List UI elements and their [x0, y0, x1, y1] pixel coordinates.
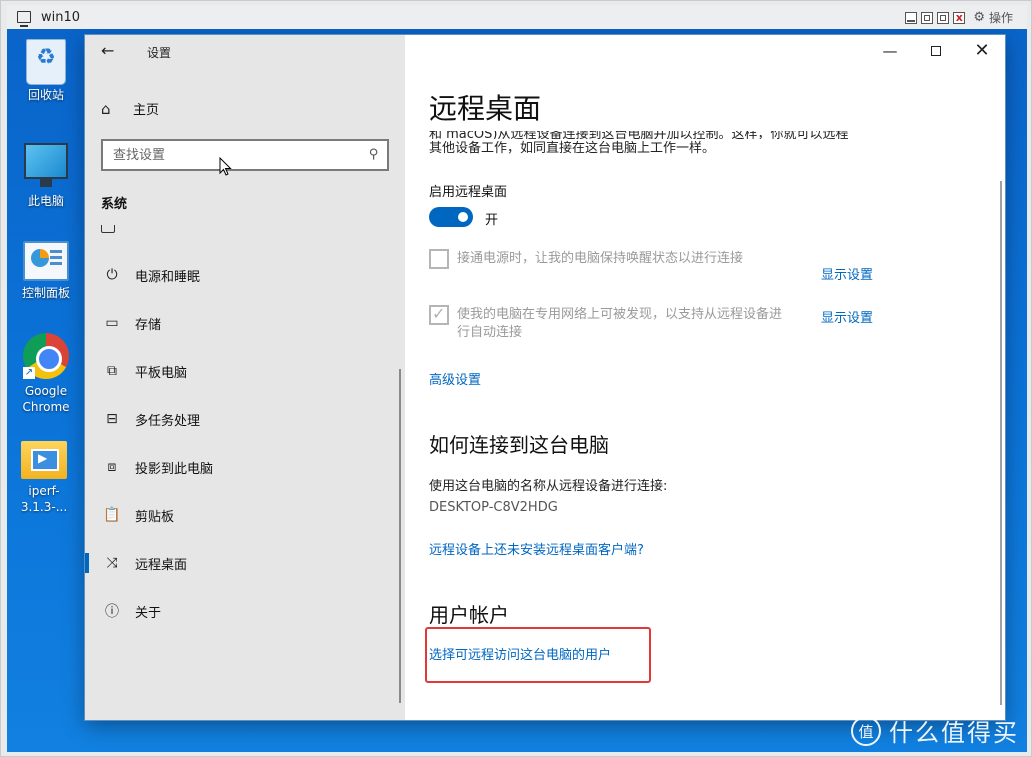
advanced-settings-link[interactable]: 高级设置: [429, 369, 481, 388]
power-icon: ⏻: [106, 267, 118, 283]
desktop: 回收站 此电脑 控制面板 ↗ Google Chrome iperf-3.1.3…: [7, 29, 1027, 752]
discoverable-label-line1: 使我的电脑在专用网络上可被发现，以支持从远程设备进: [457, 307, 783, 322]
vm-title: win10: [41, 9, 81, 25]
how-to-connect-heading: 如何连接到这台电脑: [429, 433, 609, 457]
settings-window: ← 设置 ⌂ 主页 ⚲ 系统 ⏻ 电源和睡眠: [85, 35, 1005, 720]
enable-remote-desktop-label: 启用远程桌面: [429, 185, 508, 200]
tablet-icon: ⧉: [107, 363, 117, 379]
enable-remote-desktop-toggle[interactable]: [429, 207, 473, 227]
how-to-connect-text: 使用这台电脑的名称从远程设备进行连接:: [429, 479, 668, 494]
sidebar-item-multitasking[interactable]: ⊟ 多任务处理: [85, 395, 405, 443]
search-box[interactable]: ⚲: [101, 139, 389, 171]
multitask-icon: ⊟: [106, 411, 118, 427]
sidebar-item-label: 电源和睡眠: [135, 269, 201, 285]
toggle-state-label: 开: [485, 213, 499, 228]
content-scrollbar[interactable]: [1000, 181, 1002, 705]
sidebar-item-label: 多任务处理: [135, 413, 201, 429]
clipboard-icon: 📋: [103, 507, 121, 523]
vm-titlebar: win10 x ⚙ 操作: [7, 5, 1027, 29]
pc-name: DESKTOP-C8V2HDG: [429, 500, 558, 515]
settings-content: — ✕ 远程桌面 和 macOS)从远程设备连接到这台电脑并加以控制。这样，你就…: [405, 35, 1005, 720]
desktop-icon-label: 控制面板: [21, 286, 70, 300]
project-icon: ⧈: [107, 459, 117, 475]
show-settings-link-1[interactable]: 显示设置: [821, 264, 873, 283]
user-accounts-heading: 用户帐户: [429, 603, 509, 627]
watermark: 什么值得买: [851, 713, 1019, 748]
sidebar-item-power[interactable]: ⏻ 电源和睡眠: [85, 251, 405, 299]
desktop-icon-control-panel[interactable]: 控制面板: [8, 237, 84, 301]
sidebar-item-projecting[interactable]: ⧈ 投影到此电脑: [85, 443, 405, 491]
desktop-icon-recycle-bin[interactable]: 回收站: [8, 39, 84, 103]
vm-ops-menu[interactable]: 操作: [989, 9, 1013, 26]
maximize-icon: [931, 46, 941, 56]
vm-frame: win10 x ⚙ 操作 回收站 此电脑 控制面板 ↗ Google Chrom…: [0, 0, 1032, 757]
vm-minimize-button[interactable]: [905, 11, 918, 24]
page-title: 远程桌面: [429, 92, 542, 125]
vm-restore-button[interactable]: [937, 11, 950, 24]
app-title: 设置: [147, 46, 172, 60]
settings-sidebar: ← 设置 ⌂ 主页 ⚲ 系统 ⏻ 电源和睡眠: [85, 35, 405, 720]
partial-item-icon: [101, 225, 115, 233]
sidebar-item-about[interactable]: ⓘ 关于: [85, 587, 405, 635]
sidebar-nav: ⏻ 电源和睡眠 ▭ 存储 ⧉ 平板电脑 ⊟ 多任务处理 ⧈ 投影到此电脑 📋 剪…: [85, 251, 405, 635]
desktop-icon-iperf[interactable]: iperf-3.1.3-...: [7, 435, 82, 515]
sidebar-item-home[interactable]: ⌂ 主页: [101, 99, 160, 119]
group-title: 系统: [101, 197, 128, 212]
back-arrow-icon[interactable]: ←: [101, 41, 114, 60]
chrome-icon: ↗: [23, 333, 69, 379]
desktop-icon-label: Google Chrome: [22, 384, 70, 414]
sidebar-item-clipboard[interactable]: 📋 剪贴板: [85, 491, 405, 539]
keep-awake-label: 接通电源时，让我的电脑保持唤醒状态以进行连接: [457, 251, 744, 266]
minimize-button[interactable]: —: [867, 41, 913, 61]
vm-maximize-button[interactable]: [921, 11, 934, 24]
sidebar-item-remote-desktop[interactable]: ⤨ 远程桌面: [85, 539, 405, 587]
info-icon: ⓘ: [105, 604, 119, 620]
shortcut-arrow-icon: ↗: [23, 367, 35, 379]
sidebar-item-partial[interactable]: [101, 225, 221, 235]
sidebar-item-label: 存储: [135, 317, 162, 333]
sidebar-item-label: 主页: [133, 103, 160, 118]
monitor-icon: [17, 11, 31, 27]
home-icon: ⌂: [101, 99, 111, 118]
desktop-icon-chrome[interactable]: ↗ Google Chrome: [8, 333, 84, 415]
discoverable-checkbox[interactable]: [429, 304, 449, 325]
sidebar-item-label: 投影到此电脑: [135, 461, 214, 477]
cursor-shape: [219, 157, 232, 176]
watermark-logo-icon: [851, 715, 881, 746]
control-panel-icon: [23, 241, 69, 281]
storage-icon: ▭: [105, 315, 119, 331]
close-button[interactable]: ✕: [959, 41, 1005, 61]
discoverable-label: 使我的电脑在专用网络上可被发现，以支持从远程设备进 行自动连接: [457, 306, 782, 342]
vm-close-button[interactable]: x: [953, 11, 966, 24]
desktop-icon-label: 回收站: [27, 88, 64, 102]
computer-icon: [24, 143, 68, 187]
sidebar-item-label: 远程桌面: [135, 557, 188, 573]
recycle-bin-icon: [26, 39, 66, 85]
show-settings-link-2[interactable]: 显示设置: [821, 307, 873, 326]
vm-controls: x ⚙ 操作: [905, 9, 1017, 26]
folder-icon: [21, 441, 67, 479]
gear-icon[interactable]: ⚙: [973, 10, 985, 25]
sidebar-item-label: 平板电脑: [135, 365, 188, 381]
discoverable-label-line2: 行自动连接: [457, 325, 523, 340]
sidebar-item-tablet[interactable]: ⧉ 平板电脑: [85, 347, 405, 395]
no-client-link[interactable]: 远程设备上还未安装远程桌面客户端?: [429, 539, 644, 558]
watermark-text: 什么值得买: [889, 719, 1019, 747]
desktop-icon-label: 此电脑: [27, 194, 64, 208]
search-icon[interactable]: ⚲: [369, 147, 379, 162]
select-users-link[interactable]: 选择可远程访问这台电脑的用户: [429, 644, 611, 663]
maximize-button[interactable]: [913, 41, 959, 61]
remote-desktop-icon: ⤨: [106, 555, 118, 571]
desktop-icon-label: iperf-3.1.3-...: [20, 484, 68, 514]
sidebar-scrollbar[interactable]: [399, 369, 401, 703]
sidebar-item-label: 剪贴板: [135, 509, 175, 525]
description-line: 其他设备工作，如同直接在这台电脑上工作一样。: [429, 141, 716, 156]
sidebar-item-label: 关于: [135, 605, 162, 621]
sidebar-item-storage[interactable]: ▭ 存储: [85, 299, 405, 347]
desktop-icon-this-pc[interactable]: 此电脑: [8, 137, 84, 209]
keep-awake-checkbox[interactable]: [429, 249, 449, 269]
